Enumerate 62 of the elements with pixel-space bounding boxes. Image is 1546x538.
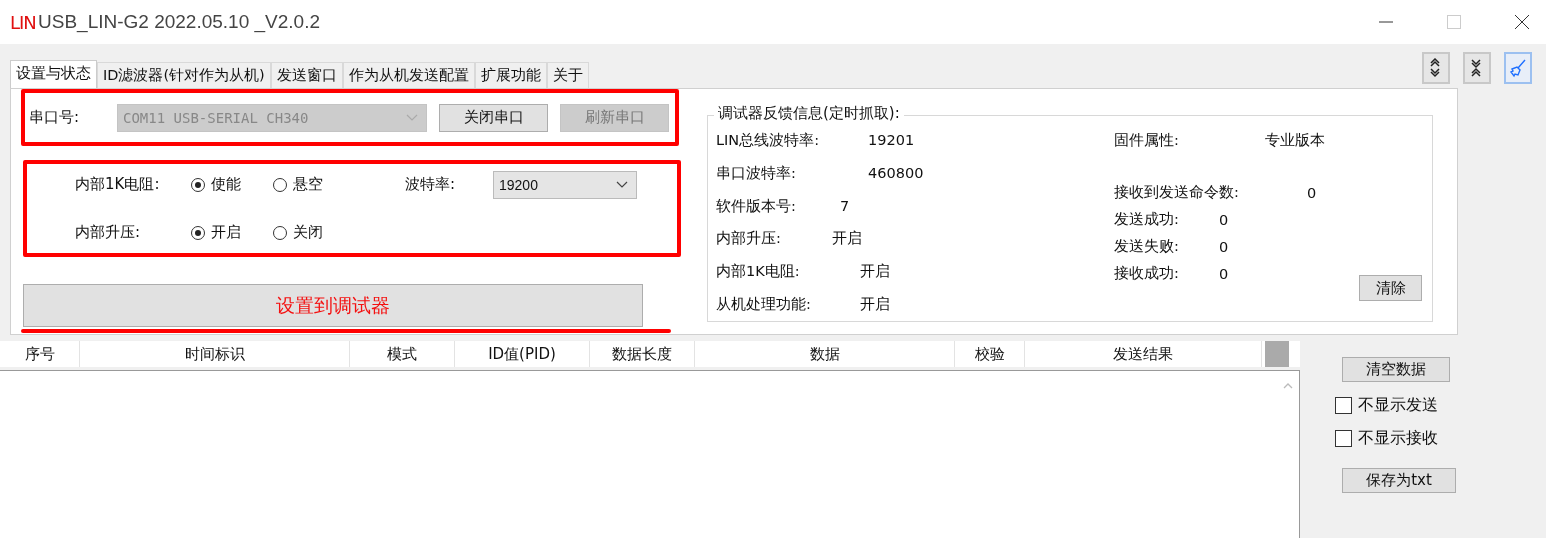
info-value: 7 (840, 198, 850, 215)
app-logo: LIN (10, 11, 37, 33)
radio-option[interactable]: 关闭 (273, 223, 355, 242)
info-label: 软件版本号: (716, 196, 797, 216)
info-value: 开启 (832, 229, 862, 249)
counter-label: 接收到发送命令数: (1114, 183, 1240, 202)
clear-button[interactable]: 清除 (1359, 275, 1422, 301)
info-value: 开启 (860, 295, 890, 315)
option-label: 内部1K电阻: (75, 175, 161, 194)
counter-value: 0 (1219, 211, 1229, 228)
info-label: 内部升压: (716, 229, 782, 249)
port-label: 串口号: (29, 108, 81, 127)
tab[interactable]: 设置与状态 (10, 60, 97, 88)
info-label: LIN总线波特率: (716, 130, 821, 150)
window-title: USB_LIN-G2 2022.05.10 _V2.0.2 (38, 11, 321, 33)
column-header[interactable]: 发送结果 (1025, 341, 1262, 367)
column-header[interactable]: 序号 (0, 341, 80, 367)
info-label: 内部1K电阻: (716, 262, 801, 282)
info-value: 专业版本 (1265, 131, 1325, 150)
column-header[interactable]: 时间标识 (80, 341, 350, 367)
info-label: 串口波特率: (716, 163, 797, 183)
save-button[interactable]: 保存为txt (1342, 468, 1456, 493)
header-corner (1265, 341, 1289, 367)
brush-icon (1509, 58, 1527, 78)
tab[interactable]: 关于 (546, 62, 589, 88)
info-value: 19201 (868, 132, 915, 149)
checkbox-option[interactable]: 不显示接收 (1335, 422, 1456, 455)
group-title: 调试器反馈信息(定时抓取): (714, 104, 904, 123)
info-value: 460800 (868, 165, 924, 182)
toolbar-button[interactable] (1463, 52, 1491, 84)
info-label: 从机处理功能: (716, 295, 812, 315)
column-header[interactable]: 数据 (695, 341, 955, 367)
close-icon[interactable] (1514, 14, 1530, 30)
counter-label: 发送失败: (1114, 237, 1180, 256)
tab[interactable]: ID滤波器(针对作为从机) (97, 62, 271, 88)
chevron-down-icon (406, 113, 418, 122)
option-label: 内部升压: (75, 223, 142, 242)
tab[interactable]: 扩展功能 (474, 62, 547, 88)
tab[interactable]: 发送窗口 (270, 62, 343, 88)
column-header[interactable]: 模式 (350, 341, 455, 367)
chevron-down-icon (616, 180, 628, 189)
tab[interactable]: 作为从机发送配置 (342, 62, 475, 88)
radio-option[interactable]: 使能 (191, 175, 273, 194)
info-label: 固件属性: (1114, 131, 1180, 150)
checkbox-option[interactable]: 不显示发送 (1335, 389, 1456, 422)
counter-label: 接收成功: (1114, 264, 1180, 283)
port-button[interactable]: 关闭串口 (439, 103, 548, 132)
baud-dropdown[interactable]: 19200 (493, 170, 637, 199)
counter-label: 发送成功: (1114, 210, 1180, 229)
counter-value: 0 (1307, 184, 1317, 201)
column-header[interactable]: 数据长度 (590, 341, 695, 367)
column-header[interactable]: ID值(PID) (455, 341, 590, 367)
clear-data-button[interactable]: 清空数据 (1342, 357, 1450, 382)
radio-option[interactable]: 开启 (191, 223, 273, 242)
counter-value: 0 (1219, 265, 1229, 282)
radio-option[interactable]: 悬空 (273, 175, 355, 194)
baud-label: 波特率: (405, 175, 457, 194)
scroll-up-icon[interactable] (1283, 383, 1293, 389)
info-value: 开启 (860, 262, 890, 282)
toolbar-button[interactable] (1422, 52, 1450, 84)
column-header[interactable]: 校验 (955, 341, 1025, 367)
counter-value: 0 (1219, 238, 1229, 255)
